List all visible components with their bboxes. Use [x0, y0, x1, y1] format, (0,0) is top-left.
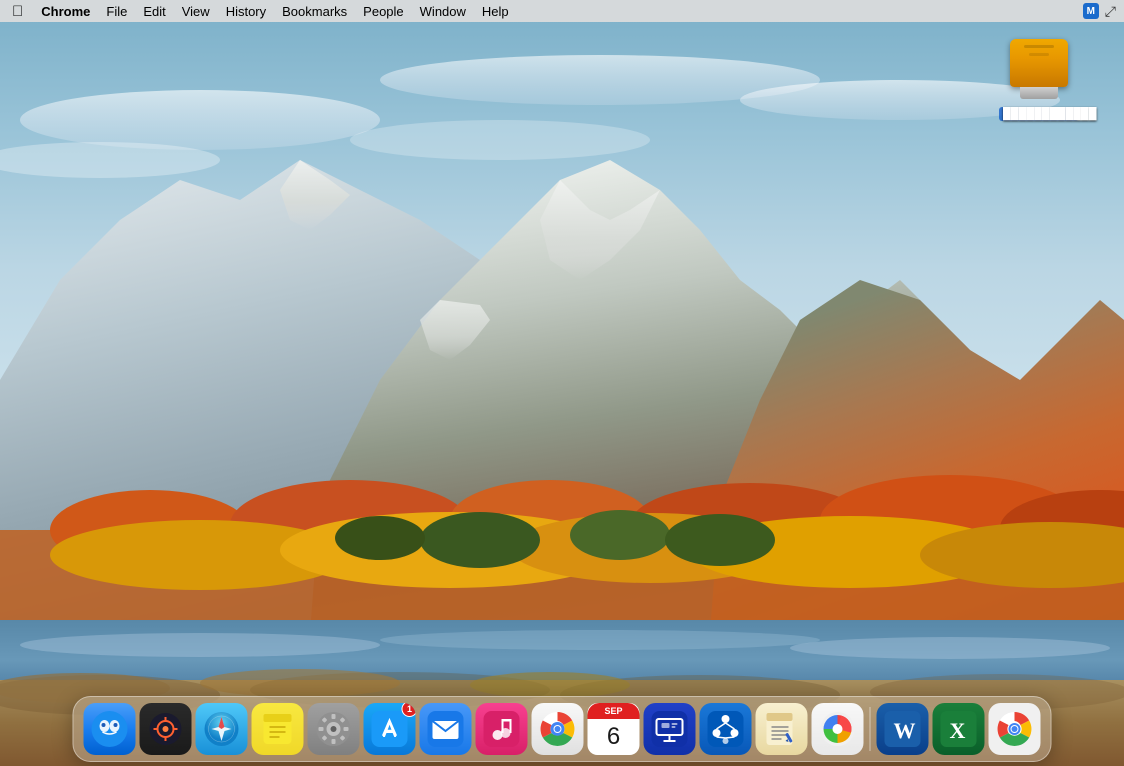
menu-view[interactable]: View — [174, 0, 218, 22]
menu-window[interactable]: Window — [412, 0, 474, 22]
dock-chrome[interactable] — [532, 703, 584, 755]
desktop: ████████████  Chrome File Edit View His… — [0, 0, 1124, 766]
dock-launchpad[interactable] — [140, 703, 192, 755]
dock: A 1 — [73, 696, 1052, 762]
menu-people[interactable]: People — [355, 0, 411, 22]
dock-separator — [870, 707, 871, 751]
dock-notes[interactable] — [252, 703, 304, 755]
menubar-right: M ⤢ — [1083, 3, 1116, 20]
dock-sourcetree[interactable] — [700, 703, 752, 755]
menubar:  Chrome File Edit View History Bookmark… — [0, 0, 1124, 22]
malwarebytes-icon[interactable]: M — [1083, 3, 1099, 19]
svg-text:W: W — [894, 718, 916, 743]
menu-file[interactable]: File — [98, 0, 135, 22]
dock-finder[interactable] — [84, 703, 136, 755]
dock-chrome-2[interactable] — [989, 703, 1041, 755]
drive-connector — [1020, 87, 1058, 99]
svg-text:X: X — [950, 718, 966, 743]
drive-body — [1010, 39, 1068, 87]
calendar-day: 6 — [588, 719, 640, 755]
menu-chrome[interactable]: Chrome — [33, 0, 98, 22]
dock-mail[interactable] — [420, 703, 472, 755]
dock-remote-desktop[interactable] — [644, 703, 696, 755]
dock-system-preferences[interactable] — [308, 703, 360, 755]
dock-calendar[interactable]: SEP 6 — [588, 703, 640, 755]
desktop-drive-icon[interactable]: ████████████ — [999, 35, 1079, 121]
apple-menu[interactable]:  — [8, 0, 33, 22]
dock-microsoft-word[interactable]: W — [877, 703, 929, 755]
calendar-month: SEP — [588, 703, 640, 719]
dock-microsoft-excel[interactable]: X — [933, 703, 985, 755]
dock-app-store[interactable]: A 1 — [364, 703, 416, 755]
menu-bookmarks[interactable]: Bookmarks — [274, 0, 355, 22]
dock-safari[interactable] — [196, 703, 248, 755]
menu-help[interactable]: Help — [474, 0, 517, 22]
menu-edit[interactable]: Edit — [135, 0, 173, 22]
fullscreen-icon[interactable]: ⤢ — [1105, 3, 1116, 20]
drive-icon-image — [1005, 35, 1073, 103]
wallpaper — [0, 0, 1124, 766]
dock-textedit[interactable] — [756, 703, 808, 755]
menu-history[interactable]: History — [218, 0, 274, 22]
drive-label: ████████████ — [999, 107, 1079, 121]
dock-itunes[interactable] — [476, 703, 528, 755]
app-store-badge: 1 — [402, 703, 416, 717]
dock-photos[interactable] — [812, 703, 864, 755]
